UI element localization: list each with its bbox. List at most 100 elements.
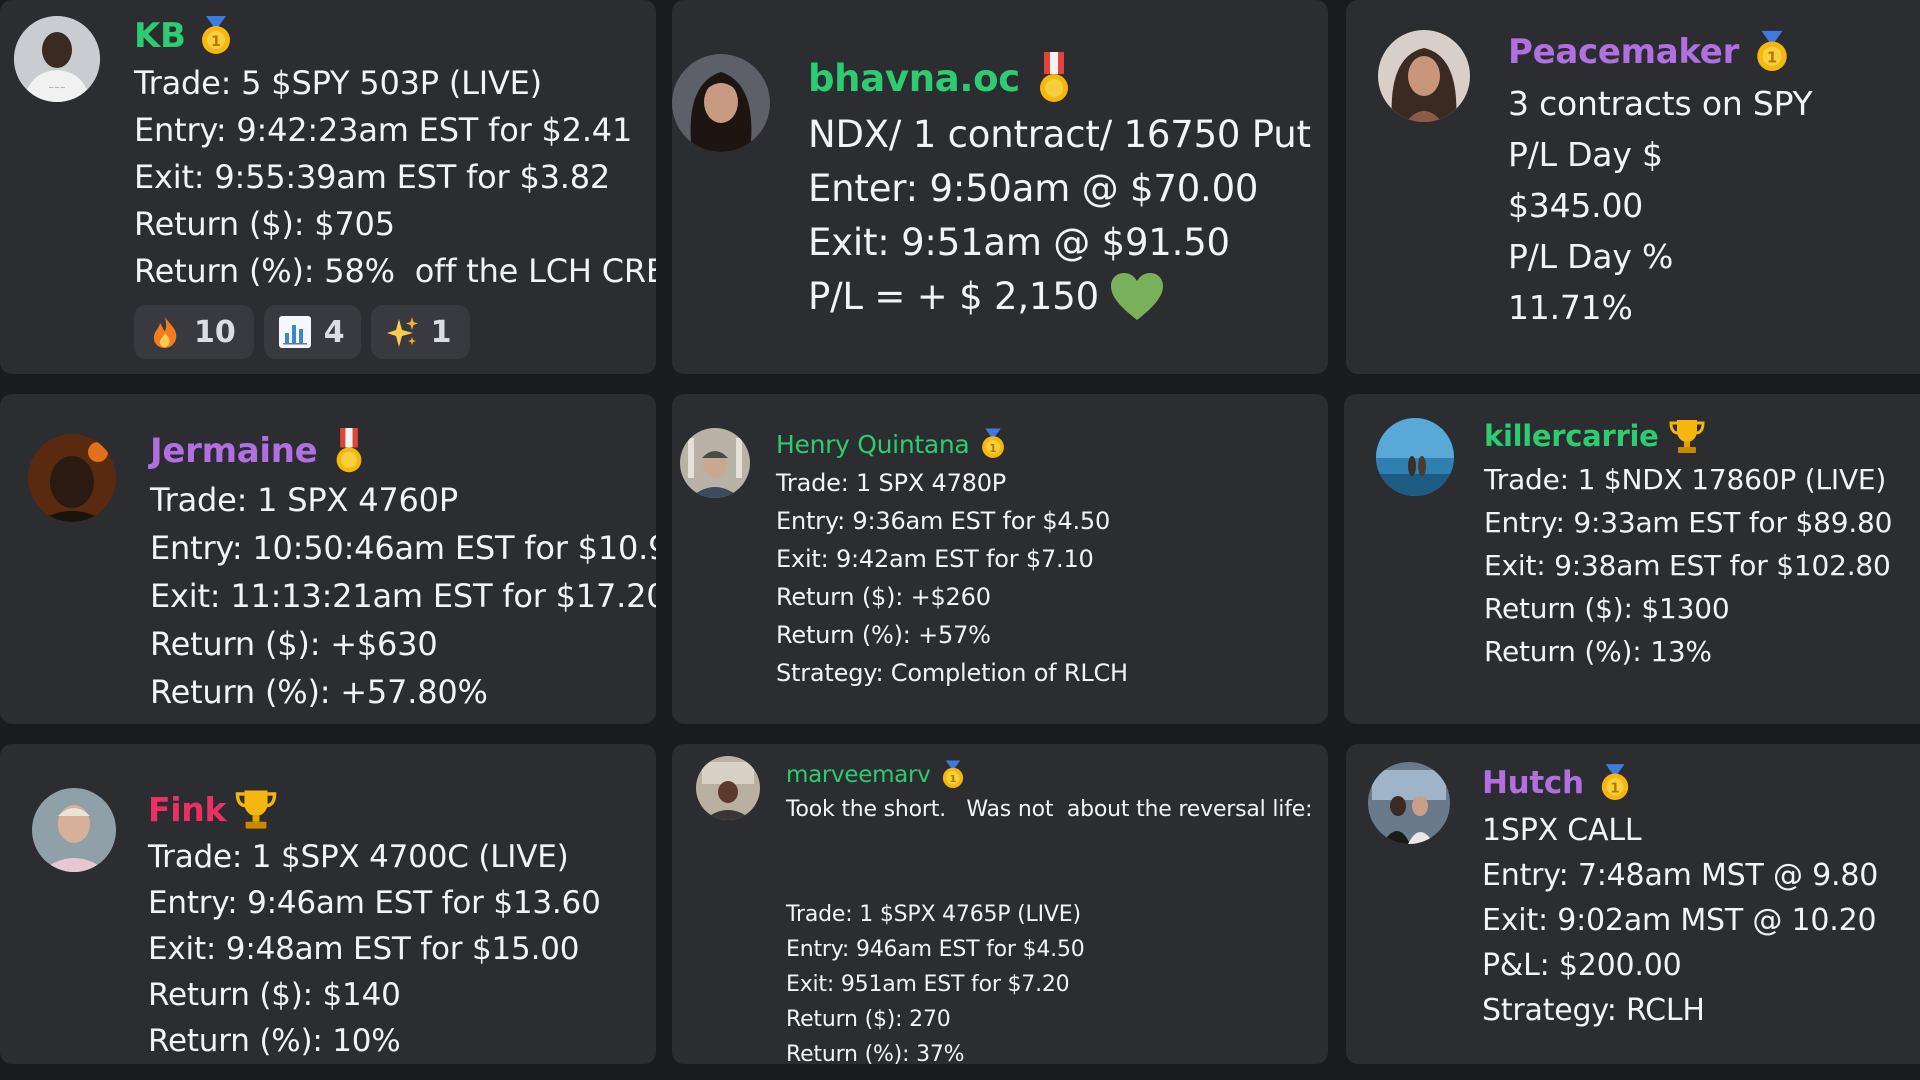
message-line: Trade: 1 $SPX 4700C (LIVE): [148, 839, 569, 875]
military-medal-icon: [1036, 52, 1072, 104]
message-line: 11.71%: [1508, 288, 1633, 327]
message-card-marveemarv: marveemarv 1 Took the short. Was not abo…: [672, 744, 1328, 1064]
avatar[interactable]: [32, 788, 116, 872]
username[interactable]: Hutch: [1482, 765, 1584, 801]
username[interactable]: Peacemaker: [1508, 32, 1739, 72]
blank-space: [786, 827, 1312, 897]
avatar[interactable]: [680, 428, 750, 498]
reaction-fire[interactable]: 10: [134, 305, 254, 359]
message-line: Entry: 9:33am EST for $89.80: [1484, 506, 1893, 539]
username[interactable]: Henry Quintana: [776, 430, 970, 459]
message-body: Trade: 5 $SPY 503P (LIVE) Entry: 9:42:23…: [134, 60, 656, 295]
avatar[interactable]: [672, 54, 770, 152]
message-line: Return (%): 10%: [148, 1023, 401, 1059]
username[interactable]: Fink: [148, 790, 226, 829]
message-card-peacemaker: Peacemaker 1 3 contracts on SPY P/L Day …: [1346, 0, 1920, 374]
message-line: Return ($): $1300: [1484, 592, 1730, 625]
message-line: Entry: 9:36am EST for $4.50: [776, 507, 1111, 535]
trophy-icon: [234, 787, 278, 831]
svg-text:1: 1: [1767, 50, 1777, 67]
reaction-chart[interactable]: 4: [263, 305, 361, 359]
svg-text:~~~: ~~~: [48, 84, 66, 92]
message-line: Exit: 9:02am MST @ 10.20: [1482, 903, 1877, 938]
username[interactable]: Jermaine: [150, 431, 318, 471]
reaction-count: 4: [323, 314, 345, 350]
message-body: 3 contracts on SPY P/L Day $ $345.00 P/L…: [1508, 78, 1813, 333]
message-line: P/L Day $: [1508, 135, 1663, 174]
message-line: Trade: 1 SPX 4780P: [776, 469, 1007, 497]
message-body: NDX/ 1 contract/ 16750 Put Enter: 9:50am…: [808, 108, 1311, 324]
message-line: Entry: 9:46am EST for $13.60: [148, 885, 601, 921]
svg-text:1: 1: [990, 442, 998, 455]
message-line: Return ($): 270: [786, 1007, 951, 1032]
avatar[interactable]: [1368, 762, 1450, 844]
message-line: Trade: 1 SPX 4760P: [150, 481, 458, 519]
message-card-fink: Fink Trade: 1 $SPX 4700C (LIVE) Entry: 9…: [0, 744, 656, 1064]
message-intro: Took the short. Was not about the revers…: [786, 797, 1313, 822]
message-line: Enter: 9:50am @ $70.00: [808, 167, 1259, 210]
svg-text:1: 1: [1610, 781, 1619, 796]
reaction-sparkles[interactable]: 1: [370, 305, 470, 359]
message-body: Trade: 1 $NDX 17860P (LIVE) Entry: 9:33a…: [1484, 458, 1892, 673]
trophy-icon: [1668, 417, 1706, 455]
message-card-killercarrie: killercarrie Trade: 1 $NDX 17860P (LIVE)…: [1344, 394, 1920, 724]
message-card-bhavna: bhavna.oc NDX/ 1 contract/ 16750 Put Ent…: [672, 0, 1328, 374]
username[interactable]: bhavna.oc: [808, 57, 1020, 100]
message-line: Return (%): 58% off the LCH CREST: [134, 252, 656, 290]
message-line: 3 contracts on SPY: [1508, 84, 1813, 123]
green-heart-icon: [1109, 272, 1165, 322]
username[interactable]: marveemarv: [786, 762, 931, 788]
message-line: Return (%): +57.80%: [150, 673, 488, 711]
sparkles-emoji-icon: [385, 315, 419, 349]
message-line: Exit: 9:42am EST for $7.10: [776, 545, 1094, 573]
message-line: Trade: 1 $NDX 17860P (LIVE): [1484, 463, 1887, 496]
message-card-henry: Henry Quintana 1 Trade: 1 SPX 4780P Entr…: [672, 394, 1328, 724]
message-line: P/L Day %: [1508, 237, 1674, 276]
message-line: Exit: 9:55:39am EST for $3.82: [134, 158, 611, 196]
message-line: Exit: 9:48am EST for $15.00: [148, 931, 580, 967]
message-line: Entry: 7:48am MST @ 9.80: [1482, 858, 1879, 893]
svg-text:1: 1: [211, 34, 221, 50]
message-line: Trade: 1 $SPX 4765P (LIVE): [786, 902, 1081, 927]
message-line: Strategy: RCLH: [1482, 993, 1705, 1028]
svg-text:1: 1: [950, 774, 957, 785]
message-card-hutch: Hutch 1 1SPX CALL Entry: 7:48am MST @ 9.…: [1346, 744, 1920, 1064]
message-body: 1SPX CALL Entry: 7:48am MST @ 9.80 Exit:…: [1482, 808, 1878, 1033]
avatar[interactable]: [1376, 418, 1454, 496]
message-line: Return ($): +$260: [776, 583, 991, 611]
username[interactable]: KB: [134, 16, 186, 56]
avatar[interactable]: [696, 756, 760, 820]
message-line: Entry: 9:42:23am EST for $2.41: [134, 111, 633, 149]
message-line: Exit: 951am EST for $7.20: [786, 972, 1070, 997]
fire-emoji-icon: [148, 315, 182, 349]
bar-chart-emoji-icon: [278, 315, 312, 349]
message-line: Exit: 9:38am EST for $102.80: [1484, 549, 1891, 582]
message-line: Strategy: Completion of RLCH: [776, 659, 1128, 687]
message-line: Exit: 11:13:21am EST for $17.20: [150, 577, 656, 615]
gold-medal-icon: 1: [198, 16, 234, 56]
gold-medal-icon: 1: [1598, 763, 1632, 803]
message-line: Return ($): $705: [134, 205, 395, 243]
message-line: Return ($): +$630: [150, 625, 438, 663]
gold-medal-icon: 1: [1753, 30, 1791, 74]
reaction-count: 1: [430, 314, 452, 350]
message-body: Trade: 1 SPX 4780P Entry: 9:36am EST for…: [776, 464, 1128, 692]
message-line: NDX/ 1 contract/ 16750 Put: [808, 113, 1311, 156]
message-line: Entry: 946am EST for $4.50: [786, 937, 1085, 962]
message-line: Return (%): 37%: [786, 1042, 965, 1064]
message-line: P/L = + $ 2,150: [808, 270, 1311, 324]
message-line: P&L: $200.00: [1482, 948, 1682, 983]
message-line: Return ($): $140: [148, 977, 401, 1013]
message-body: Took the short. Was not about the revers…: [786, 792, 1312, 1064]
username[interactable]: killercarrie: [1484, 419, 1659, 453]
avatar[interactable]: [1378, 30, 1470, 122]
message-line: Entry: 10:50:46am EST for $10.90: [150, 529, 656, 567]
message-line: 1SPX CALL: [1482, 813, 1642, 848]
gold-medal-icon: 1: [979, 428, 1007, 460]
avatar[interactable]: [28, 434, 116, 522]
reaction-bar: 10 4 1: [134, 305, 656, 359]
message-line: Exit: 9:51am @ $91.50: [808, 221, 1230, 264]
message-card-jermaine: Jermaine Trade: 1 SPX 4760P Entry: 10:50…: [0, 394, 656, 724]
message-body: Trade: 1 SPX 4760P Entry: 10:50:46am EST…: [150, 476, 656, 716]
avatar[interactable]: ~~~: [14, 16, 100, 102]
